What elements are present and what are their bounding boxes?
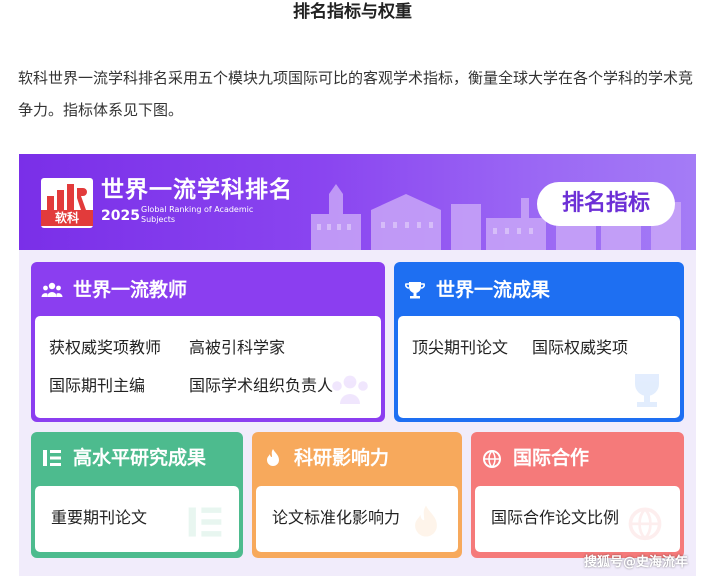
card-body: 国际合作论文比例 [475, 486, 680, 552]
source-watermark: 搜狐号@史海流年 [583, 555, 688, 570]
card-world-class-output: 世界一流成果 顶尖期刊论文 国际权威奖项 [394, 262, 684, 422]
brand-title: 世界一流学科排名 [101, 177, 293, 203]
people-icon [41, 282, 63, 297]
list-item: 国际期刊主编 [49, 376, 146, 395]
shanghai-ranking-logo: 软科 [41, 178, 93, 228]
list-item: 获权威奖项教师 [49, 338, 162, 357]
brand-year: 2025 [101, 208, 140, 224]
card-body: 获权威奖项教师 高被引科学家 国际期刊主编 国际学术组织负责人 [35, 316, 381, 418]
card-body: 顶尖期刊论文 国际权威奖项 [398, 316, 680, 418]
list-item: 高被引科学家 [189, 338, 286, 357]
logo-text: 软科 [41, 210, 93, 226]
trophy-icon [405, 282, 425, 299]
card-body: 重要期刊论文 [35, 486, 239, 552]
globe-icon [483, 450, 501, 469]
list-item: 重要期刊论文 [51, 508, 148, 527]
list-item: 顶尖期刊论文 [412, 338, 509, 357]
card-body: 论文标准化影响力 [256, 486, 458, 552]
card-international-collaboration: 国际合作 国际合作论文比例 [471, 432, 684, 558]
globe-icon [628, 507, 662, 541]
indicator-grid: 世界一流教师 获权威奖项教师 高被引科学家 国际期刊主编 国际学术组织负责人 世… [19, 250, 696, 576]
card-world-class-faculty: 世界一流教师 获权威奖项教师 高被引科学家 国际期刊主编 国际学术组织负责人 [31, 262, 385, 422]
list-item: 国际合作论文比例 [491, 508, 620, 527]
card-title-text: 科研影响力 [294, 447, 390, 469]
list-icon [188, 507, 222, 537]
list-item: 国际权威奖项 [532, 338, 629, 357]
list-item: 论文标准化影响力 [272, 508, 401, 527]
ranking-indicators-badge: 排名指标 [537, 182, 675, 226]
flame-icon [267, 449, 279, 466]
logo-bars-icon [47, 184, 87, 210]
list-icon [43, 450, 61, 466]
intro-paragraph: 软科世界一流学科排名采用五个模块九项国际可比的客观学术指标，衡量全球大学在各个学… [18, 69, 694, 119]
trophy-icon [635, 374, 659, 407]
card-high-level-research: 高水平研究成果 重要期刊论文 [31, 432, 243, 558]
banner: 软科 世界一流学科排名 2025 Global Ranking of Acade… [19, 154, 696, 250]
card-title-text: 国际合作 [513, 447, 590, 469]
card-title-text: 高水平研究成果 [73, 447, 207, 469]
list-item: 国际学术组织负责人 [189, 376, 334, 395]
ranking-indicator-graphic: 软科 世界一流学科排名 2025 Global Ranking of Acade… [19, 154, 696, 576]
card-title-text: 世界一流教师 [73, 279, 188, 301]
people-icon [332, 375, 368, 404]
card-title-text: 世界一流成果 [436, 279, 551, 301]
flame-icon [415, 505, 437, 537]
section-heading: 排名指标与权重 [293, 2, 412, 22]
brand-english: Global Ranking of Academic Subjects [141, 205, 254, 224]
card-research-impact: 科研影响力 论文标准化影响力 [252, 432, 462, 558]
